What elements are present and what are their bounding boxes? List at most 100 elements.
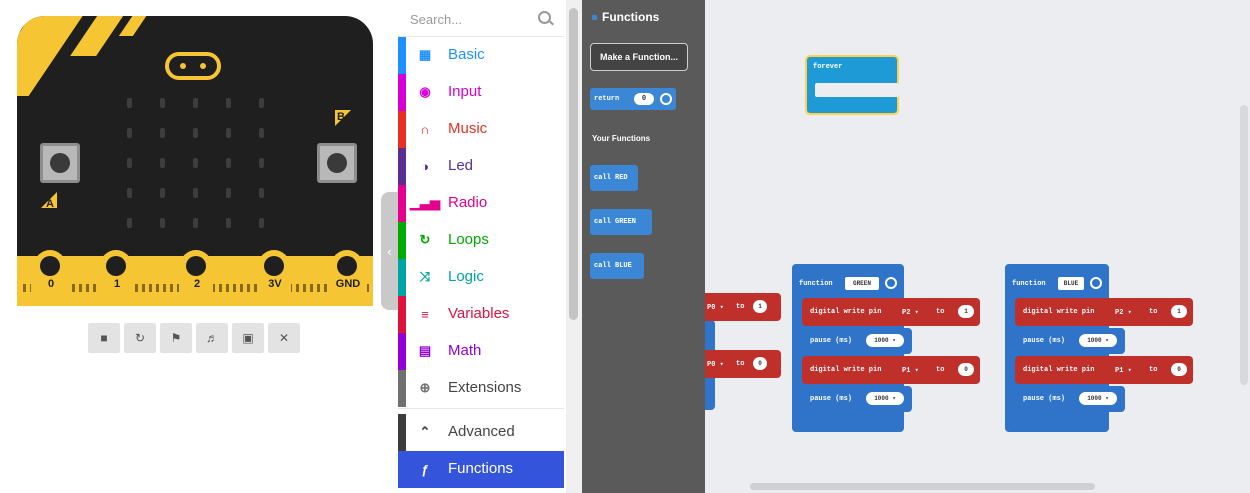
edge-finger bbox=[142, 284, 145, 292]
category-color-bar bbox=[398, 185, 406, 222]
edge-finger bbox=[247, 284, 250, 292]
collapse-simulator-handle[interactable]: ‹ bbox=[381, 192, 398, 310]
pause-block[interactable]: pause (ms) 1000 ▾ bbox=[802, 386, 912, 412]
category-logic[interactable]: ⤨ Logic bbox=[398, 259, 564, 296]
to-label: to bbox=[1149, 308, 1158, 316]
list-icon: ≡ bbox=[421, 306, 429, 322]
microbit-board[interactable]: A B 0 1 2 3V GND bbox=[17, 16, 373, 306]
button-a[interactable] bbox=[40, 143, 80, 183]
sound-icon[interactable]: ♬ bbox=[196, 323, 228, 353]
screenshot-icon[interactable]: ▣ bbox=[232, 323, 264, 353]
led bbox=[226, 128, 231, 138]
digital-write-block[interactable]: P0 ▾ to 1 bbox=[705, 293, 781, 321]
led bbox=[127, 158, 132, 168]
digital-write-block[interactable]: P0 ▾ to 0 bbox=[705, 350, 781, 378]
pin-dropdown[interactable]: P0 ▾ bbox=[707, 360, 724, 369]
category-loops[interactable]: ↻ Loops bbox=[398, 222, 564, 259]
pause-block[interactable]: pause (ms) 1000 ▾ bbox=[1015, 386, 1125, 412]
stop-icon[interactable]: ■ bbox=[88, 323, 120, 353]
pause-duration-dropdown[interactable]: 1000 ▾ bbox=[1079, 392, 1117, 405]
restart-icon[interactable]: ↻ bbox=[124, 323, 156, 353]
led bbox=[226, 218, 231, 228]
toolbox: ▦ Basic ◉ Input ∩ Music ◑ Led ▁▃▅ Radio ↻ Loops ⤨ Log… bbox=[398, 0, 566, 493]
microbit-logo[interactable] bbox=[165, 52, 221, 80]
add-parameter-icon[interactable] bbox=[885, 277, 897, 289]
pin-label: GND bbox=[335, 278, 361, 290]
pin-dropdown[interactable]: P0 ▾ bbox=[707, 303, 724, 312]
edge-finger bbox=[23, 284, 26, 292]
edge-finger bbox=[233, 284, 236, 292]
category-advanced[interactable]: ⌃ Advanced bbox=[398, 414, 564, 451]
make-function-button[interactable]: Make a Function... bbox=[590, 43, 688, 71]
digital-write-block[interactable]: digital write pin P1 ▾ to 0 bbox=[802, 356, 980, 384]
call-red-block[interactable]: call RED bbox=[590, 165, 638, 191]
debug-icon[interactable]: ⚑ bbox=[160, 323, 192, 353]
search-icon[interactable] bbox=[538, 11, 551, 24]
function-keyword: function bbox=[799, 280, 833, 288]
function-name-field[interactable]: GREEN bbox=[845, 277, 879, 290]
return-block[interactable]: return 0 bbox=[590, 88, 676, 110]
workspace-horizontal-scrollbar[interactable] bbox=[750, 483, 1095, 490]
led bbox=[193, 218, 198, 228]
led bbox=[226, 98, 231, 108]
to-label: to bbox=[936, 308, 945, 316]
category-label: Advanced bbox=[448, 423, 515, 440]
function-icon bbox=[592, 15, 597, 20]
category-radio[interactable]: ▁▃▅ Radio bbox=[398, 185, 564, 222]
call-label: call GREEN bbox=[594, 218, 637, 226]
pin-dropdown[interactable]: P1 ▾ bbox=[902, 366, 919, 375]
pause-block[interactable]: pause (ms) 1000 ▾ bbox=[802, 328, 912, 354]
edge-finger bbox=[303, 284, 306, 292]
category-led[interactable]: ◑ Led bbox=[398, 148, 564, 185]
category-functions[interactable]: ƒ Functions bbox=[398, 451, 564, 488]
blocks-workspace[interactable]: forever P0 ▾ to 1 P0 ▾ to 0 function GRE… bbox=[705, 0, 1250, 493]
pause-duration-dropdown[interactable]: 1000 ▾ bbox=[866, 334, 904, 347]
chevron-up-icon: ⌃ bbox=[419, 424, 431, 439]
category-label: Radio bbox=[448, 194, 488, 211]
value-slot[interactable]: 0 bbox=[958, 363, 974, 376]
led bbox=[193, 128, 198, 138]
category-basic[interactable]: ▦ Basic bbox=[398, 37, 564, 74]
digital-write-block[interactable]: digital write pin P1 ▾ to 0 bbox=[1015, 356, 1193, 384]
forever-block[interactable]: forever bbox=[805, 55, 899, 115]
board-stripe bbox=[118, 16, 154, 36]
category-extensions[interactable]: ⊕ Extensions bbox=[398, 370, 564, 407]
digital-write-block[interactable]: digital write pin P2 ▾ to 1 bbox=[1015, 298, 1193, 326]
workspace-vertical-scrollbar[interactable] bbox=[1240, 105, 1248, 385]
category-label: Math bbox=[448, 342, 482, 359]
edge-finger bbox=[226, 284, 229, 292]
loop-icon: ↻ bbox=[419, 232, 431, 247]
search-input[interactable] bbox=[408, 8, 532, 30]
button-b[interactable] bbox=[317, 143, 357, 183]
call-green-block[interactable]: call GREEN bbox=[590, 209, 652, 235]
category-variables[interactable]: ≡ Variables bbox=[398, 296, 564, 333]
remove-circle-icon[interactable] bbox=[660, 93, 672, 105]
value-slot[interactable]: 1 bbox=[1171, 305, 1187, 318]
add-parameter-icon[interactable] bbox=[1090, 277, 1102, 289]
close-icon[interactable]: ✕ bbox=[268, 323, 300, 353]
pin-label: 1 bbox=[113, 278, 121, 290]
led bbox=[193, 188, 198, 198]
pause-duration-dropdown[interactable]: 1000 ▾ bbox=[1079, 334, 1117, 347]
forever-label: forever bbox=[813, 63, 843, 71]
return-value-slot[interactable]: 0 bbox=[634, 93, 654, 105]
toolbox-scrollbar-thumb[interactable] bbox=[569, 8, 578, 320]
pin-dropdown[interactable]: P2 ▾ bbox=[1115, 308, 1132, 317]
pin-dropdown[interactable]: P1 ▾ bbox=[1115, 366, 1132, 375]
category-music[interactable]: ∩ Music bbox=[398, 111, 564, 148]
category-input[interactable]: ◉ Input bbox=[398, 74, 564, 111]
value-slot[interactable]: 1 bbox=[958, 305, 974, 318]
digital-write-block[interactable]: digital write pin P2 ▾ to 1 bbox=[802, 298, 980, 326]
edge-finger bbox=[135, 284, 138, 292]
value-slot[interactable]: 0 bbox=[753, 357, 767, 370]
function-name-field[interactable]: BLUE bbox=[1058, 277, 1084, 290]
led bbox=[193, 158, 198, 168]
value-slot[interactable]: 0 bbox=[1171, 363, 1187, 376]
toolbox-scrollbar[interactable] bbox=[566, 0, 582, 493]
value-slot[interactable]: 1 bbox=[753, 300, 767, 313]
category-math[interactable]: ▤ Math bbox=[398, 333, 564, 370]
pause-block[interactable]: pause (ms) 1000 ▾ bbox=[1015, 328, 1125, 354]
call-blue-block[interactable]: call BLUE bbox=[590, 253, 644, 279]
pin-dropdown[interactable]: P2 ▾ bbox=[902, 308, 919, 317]
pause-duration-dropdown[interactable]: 1000 ▾ bbox=[866, 392, 904, 405]
